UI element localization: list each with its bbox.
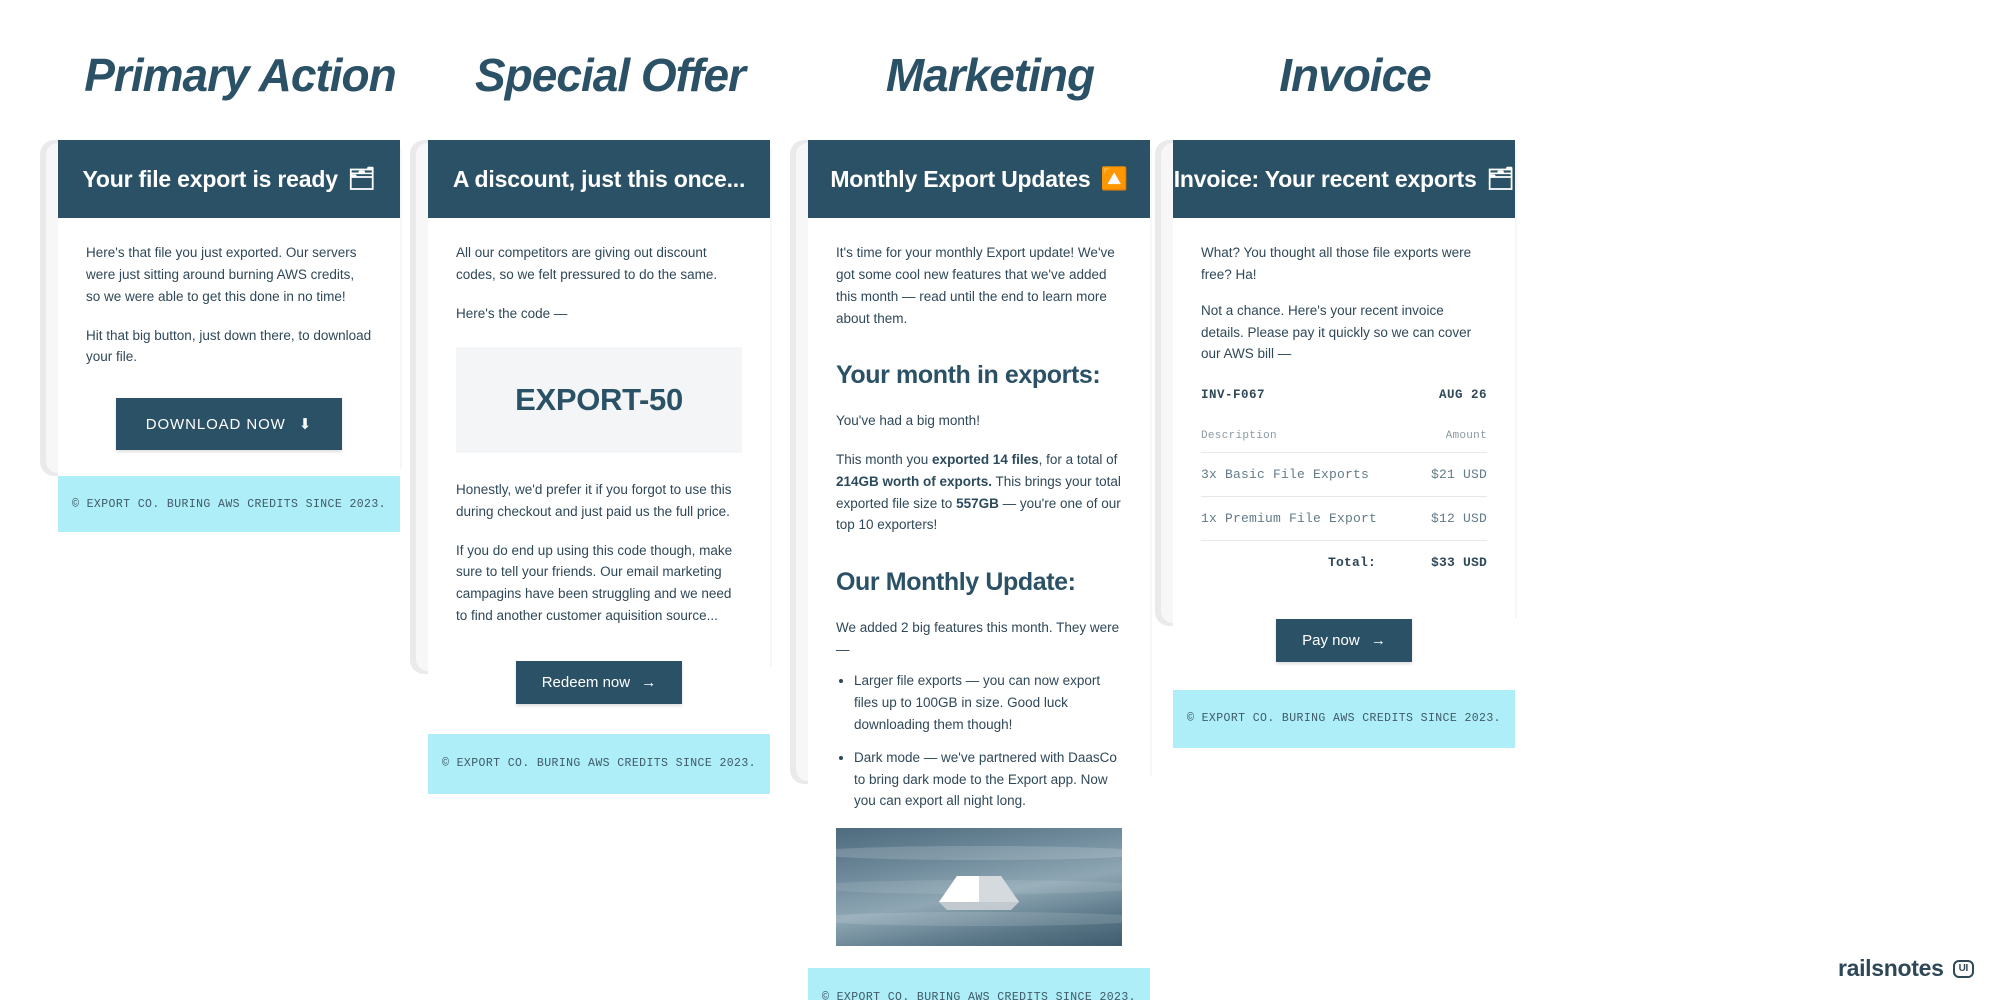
- card-footer: © EXPORT CO. BURING AWS CREDITS SINCE 20…: [1173, 689, 1515, 748]
- column-title: Marketing: [885, 49, 1095, 101]
- body-paragraph: Here's the code —: [456, 305, 568, 321]
- stat-lifetime-size: 557GB: [956, 495, 999, 511]
- redeem-now-button[interactable]: Redeem now →: [515, 660, 683, 704]
- card-body: Here's that file you just exported. Our …: [58, 218, 400, 376]
- email-card: A discount, just this once... All our co…: [428, 140, 770, 794]
- table-row: 1x Premium File Export $12 USD: [1201, 496, 1487, 541]
- discount-code-box: EXPORT-50: [456, 346, 742, 453]
- folder-icon: 🗂: [347, 166, 376, 191]
- wave-decoration: [836, 846, 1122, 861]
- folder-icon: 🗂: [1486, 166, 1515, 191]
- arrow-right-icon: →: [641, 673, 657, 691]
- line-item-description: 1x Premium File Export: [1201, 496, 1418, 541]
- pay-now-label: Pay now: [1302, 631, 1360, 649]
- up-arrow-icon: 🔼: [1100, 166, 1128, 191]
- column-header-amount: Amount: [1445, 429, 1487, 442]
- card-header: Monthly Export Updates 🔼: [808, 140, 1150, 218]
- email-template-gallery: Primary Action Your file export is ready…: [0, 0, 2000, 1000]
- table-row-total: Total: $33 USD: [1201, 540, 1487, 585]
- body-paragraph: We added 2 big features this month. They…: [836, 619, 1120, 657]
- card-body: What? You thought all those file exports…: [1173, 218, 1515, 593]
- invoice-table-wrap: INV-F067 AUG 26 Description Amount 3x Ba…: [1201, 385, 1487, 585]
- email-card-primary-action: Your file export is ready 🗂 Here's that …: [40, 140, 440, 533]
- ui-badge-icon: UI: [1952, 959, 1974, 978]
- column-title: Primary Action: [84, 49, 397, 101]
- body-paragraph: Honestly, we'd prefer it if you forgot t…: [456, 481, 732, 519]
- cta-row: Pay now →: [1173, 593, 1515, 690]
- invoice-date: AUG 26: [1438, 388, 1487, 403]
- card-footer: © EXPORT CO. BURING AWS CREDITS SINCE 20…: [428, 733, 770, 794]
- card-header: A discount, just this once...: [428, 140, 770, 218]
- line-item-description: 3x Basic File Exports: [1201, 452, 1418, 497]
- card-body: It's time for your monthly Export update…: [808, 218, 1150, 968]
- list-item: Larger file exports — you can now export…: [854, 670, 1122, 735]
- line-item-amount: $21 USD: [1417, 452, 1487, 497]
- body-paragraph: You've had a big month!: [836, 412, 980, 428]
- arrow-right-icon: →: [1370, 631, 1386, 649]
- invoice-table: Description Amount 3x Basic File Exports…: [1201, 428, 1487, 585]
- total-amount: $33 USD: [1417, 540, 1487, 585]
- card-footer: © EXPORT CO. BURING AWS CREDITS SINCE 20…: [58, 476, 400, 533]
- column-invoice: Invoice Invoice: Your recent exports 🗂 W…: [1155, 0, 1555, 748]
- invoice-meta: INV-F067 AUG 26: [1201, 385, 1487, 405]
- download-now-button[interactable]: DOWNLOAD NOW ⬇: [115, 398, 343, 451]
- discount-code-value[interactable]: EXPORT-50: [515, 382, 683, 417]
- column-special-offer: Special Offer A discount, just this once…: [410, 0, 810, 794]
- stat-total-size: 214GB worth of exports.: [836, 473, 993, 489]
- column-header-description: Description: [1201, 429, 1277, 442]
- paper-boat-image: [836, 828, 1122, 947]
- brand-logo: railsnotes UI: [1838, 955, 1974, 982]
- redeem-now-label: Redeem now: [541, 673, 631, 691]
- card-header-title: Monthly Export Updates: [830, 165, 1091, 192]
- body-paragraph: Hit that big button, just down there, to…: [86, 327, 372, 365]
- body-paragraph: What? You thought all those file exports…: [1201, 245, 1472, 282]
- column-title: Special Offer: [475, 49, 746, 101]
- table-row: 3x Basic File Exports $21 USD: [1201, 452, 1487, 497]
- card-header: Invoice: Your recent exports 🗂: [1173, 140, 1515, 218]
- column-marketing: Marketing Monthly Export Updates 🔼 It's …: [790, 0, 1190, 1000]
- card-header: Your file export is ready 🗂: [58, 140, 400, 218]
- email-card-marketing: Monthly Export Updates 🔼 It's time for y…: [790, 140, 1190, 1000]
- download-now-label: DOWNLOAD NOW: [145, 416, 286, 434]
- section-heading-monthly-update: Our Monthly Update:: [836, 568, 1076, 597]
- column-title: Invoice: [1279, 49, 1432, 101]
- body-paragraph: All our competitors are giving out disco…: [456, 245, 718, 282]
- column-primary-action: Primary Action Your file export is ready…: [40, 0, 440, 533]
- brand-name: railsnotes: [1837, 955, 1944, 981]
- card-body: All our competitors are giving out disco…: [428, 218, 770, 635]
- boat-icon: [939, 876, 1019, 911]
- body-paragraph: It's time for your monthly Export update…: [836, 245, 1115, 326]
- card-header-title: A discount, just this once...: [452, 165, 746, 192]
- table-header-row: Description Amount: [1201, 428, 1487, 453]
- email-card: Your file export is ready 🗂 Here's that …: [58, 140, 400, 533]
- download-arrow-icon: ⬇: [298, 416, 313, 434]
- pay-now-button[interactable]: Pay now →: [1276, 618, 1412, 662]
- stat-files-exported: exported 14 files: [932, 451, 1039, 467]
- email-card: Monthly Export Updates 🔼 It's time for y…: [808, 140, 1150, 1000]
- export-stats-paragraph: This month you exported 14 files, for a …: [836, 451, 1121, 533]
- cta-row: DOWNLOAD NOW ⬇: [58, 376, 400, 476]
- invoice-number: INV-F067: [1201, 388, 1266, 403]
- cta-row: Redeem now →: [428, 635, 770, 734]
- section-heading-month-in-exports: Your month in exports:: [836, 361, 1101, 390]
- total-label: Total:: [1201, 540, 1418, 585]
- list-item: Dark mode — we've partnered with DaasCo …: [854, 747, 1122, 812]
- feature-list: Larger file exports — you can now export…: [854, 670, 1122, 812]
- email-card: Invoice: Your recent exports 🗂 What? You…: [1173, 140, 1515, 748]
- email-card-invoice: Invoice: Your recent exports 🗂 What? You…: [1155, 140, 1555, 748]
- body-paragraph: If you do end up using this code though,…: [456, 542, 733, 624]
- line-item-amount: $12 USD: [1417, 496, 1487, 541]
- card-footer: © EXPORT CO. BURING AWS CREDITS SINCE 20…: [808, 968, 1150, 1000]
- card-header-title: Your file export is ready: [82, 165, 338, 192]
- body-paragraph: Here's that file you just exported. Our …: [86, 245, 357, 304]
- body-paragraph: Not a chance. Here's your recent invoice…: [1201, 302, 1472, 362]
- card-header-title: Invoice: Your recent exports: [1173, 165, 1477, 192]
- email-card-special-offer: A discount, just this once... All our co…: [410, 140, 810, 794]
